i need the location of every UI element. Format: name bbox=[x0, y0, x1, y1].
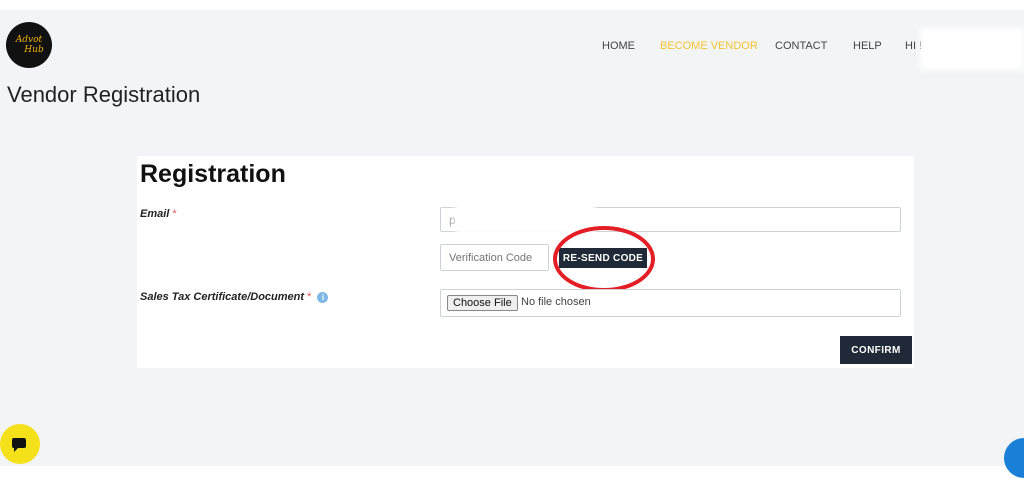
help-widget-button[interactable] bbox=[1004, 438, 1024, 478]
logo-text-line1: Advot bbox=[15, 35, 43, 45]
chat-bubble-icon bbox=[12, 438, 26, 452]
page-title: Vendor Registration bbox=[7, 82, 201, 107]
redacted-area bbox=[455, 200, 595, 234]
brand-logo[interactable]: Advot Hub bbox=[6, 22, 52, 68]
highlight-circle bbox=[553, 226, 655, 292]
registration-card: Registration Email * p RE-SEND CODE Sale… bbox=[137, 156, 914, 368]
form-title: Registration bbox=[140, 160, 286, 188]
required-mark: * bbox=[172, 208, 177, 220]
nav-contact[interactable]: CONTACT bbox=[775, 40, 827, 52]
email-label-text: Email bbox=[140, 208, 170, 220]
choose-file-button[interactable]: Choose File bbox=[447, 295, 518, 311]
verification-code-input[interactable] bbox=[440, 244, 549, 271]
nav-help[interactable]: HELP bbox=[853, 40, 882, 52]
page-background: Advot Hub HOME BECOME VENDOR CONTACT HEL… bbox=[0, 10, 1024, 478]
file-upload-field[interactable]: Choose File No file chosen bbox=[440, 289, 901, 317]
required-mark: * bbox=[307, 291, 312, 303]
chat-button[interactable] bbox=[0, 424, 40, 464]
confirm-button[interactable]: CONFIRM bbox=[840, 336, 912, 364]
file-status-text: No file chosen bbox=[521, 296, 591, 308]
redacted-area bbox=[920, 28, 1024, 70]
nav-home[interactable]: HOME bbox=[602, 40, 635, 52]
info-icon[interactable]: i bbox=[317, 291, 329, 303]
tax-label-text: Sales Tax Certificate/Document bbox=[140, 291, 305, 303]
tax-certificate-label: Sales Tax Certificate/Document * i bbox=[140, 291, 329, 303]
email-label: Email * bbox=[140, 208, 177, 220]
nav-become-vendor[interactable]: BECOME VENDOR bbox=[660, 40, 758, 52]
logo-text-line2: Hub bbox=[24, 45, 44, 55]
